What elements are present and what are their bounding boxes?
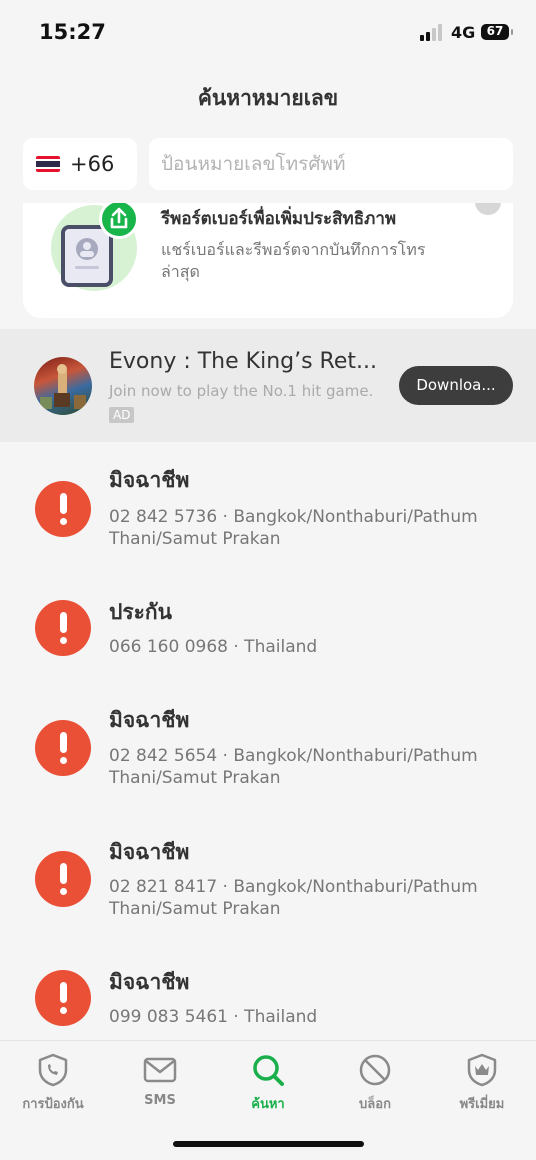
- close-card-button[interactable]: [475, 203, 501, 215]
- home-indicator[interactable]: [173, 1141, 364, 1147]
- game-logo: [34, 357, 92, 415]
- ad-subtitle: Join now to play the No.1 hit game.: [109, 382, 374, 400]
- result-detail: 02 842 5736 · Bangkok/Nonthaburi/Pathum …: [109, 507, 478, 549]
- phone-number-input[interactable]: [149, 138, 513, 190]
- ad-banner[interactable]: Evony : The King’s Ret... Join now to pl…: [0, 329, 536, 442]
- tab-premium[interactable]: พรีเมี่ยม: [432, 1053, 532, 1114]
- warning-icon: [35, 481, 91, 537]
- envelope-icon: [143, 1057, 177, 1083]
- search-result-row[interactable]: มิจฉาชีพ 02 842 5654 · Bangkok/Nonthabur…: [0, 700, 536, 810]
- result-label: ประกัน: [109, 600, 172, 624]
- warning-icon: [35, 600, 91, 656]
- network-type: 4G: [451, 23, 476, 42]
- block-icon: [359, 1054, 391, 1086]
- search-result-row[interactable]: มิจฉาชีพ 02 821 8417 · Bangkok/Nonthabur…: [0, 830, 536, 940]
- cellular-signal-icon: [420, 24, 442, 41]
- country-code: +66: [70, 152, 115, 176]
- tab-protection[interactable]: การป้องกัน: [3, 1053, 103, 1114]
- shield-phone-icon: [38, 1053, 68, 1087]
- status-time: 15:27: [39, 20, 106, 44]
- report-number-card[interactable]: รีพอร์ตเบอร์เพื่อเพิ่มประสิทธิภาพ แชร์เบ…: [23, 203, 513, 318]
- download-button[interactable]: Downloa...: [399, 366, 513, 405]
- share-icon: [99, 203, 139, 239]
- search-result-row[interactable]: มิจฉาชีพ 099 083 5461 · Thailand: [0, 960, 536, 1040]
- result-detail: 02 821 8417 · Bangkok/Nonthaburi/Pathum …: [109, 877, 478, 919]
- result-label: มิจฉาชีพ: [109, 468, 190, 492]
- tab-label: ค้นหา: [251, 1097, 285, 1112]
- result-label: มิจฉาชีพ: [109, 708, 190, 732]
- warning-icon: [35, 720, 91, 776]
- battery-icon: 67: [481, 24, 513, 40]
- ad-badge: AD: [109, 407, 135, 423]
- result-detail: 099 083 5461 · Thailand: [109, 1007, 318, 1027]
- warning-icon: [35, 851, 91, 907]
- result-label: มิจฉาชีพ: [109, 970, 190, 994]
- status-bar: 15:27 4G 67: [0, 0, 536, 62]
- result-label: มิจฉาชีพ: [109, 840, 190, 864]
- tab-sms[interactable]: SMS: [110, 1053, 210, 1108]
- report-card-description: แชร์เบอร์และรีพอร์ตจากบันทึกการโทรล่าสุด: [161, 240, 426, 281]
- country-code-selector[interactable]: +66: [23, 138, 137, 190]
- report-card-title: รีพอร์ตเบอร์เพื่อเพิ่มประสิทธิภาพ: [161, 209, 397, 229]
- page-title: ค้นหาหมายเลข: [197, 86, 339, 110]
- warning-icon: [35, 970, 91, 1026]
- tab-block[interactable]: บล็อก: [325, 1053, 425, 1114]
- tab-label: บล็อก: [359, 1097, 391, 1112]
- search-result-row[interactable]: มิจฉาชีพ 02 842 5736 · Bangkok/Nonthabur…: [0, 460, 536, 570]
- ad-title: Evony : The King’s Ret...: [109, 349, 377, 374]
- thailand-flag-icon: [36, 156, 60, 172]
- tab-label: พรีเมี่ยม: [459, 1097, 505, 1112]
- tab-search[interactable]: ค้นหา: [218, 1053, 318, 1114]
- search-icon: [253, 1055, 284, 1086]
- search-result-row[interactable]: ประกัน 066 160 0968 · Thailand: [0, 590, 536, 680]
- crown-shield-icon: [467, 1053, 497, 1087]
- tab-label: SMS: [144, 1093, 176, 1108]
- tab-label: การป้องกัน: [22, 1097, 84, 1112]
- result-detail: 02 842 5654 · Bangkok/Nonthaburi/Pathum …: [109, 746, 478, 788]
- result-detail: 066 160 0968 · Thailand: [109, 637, 318, 657]
